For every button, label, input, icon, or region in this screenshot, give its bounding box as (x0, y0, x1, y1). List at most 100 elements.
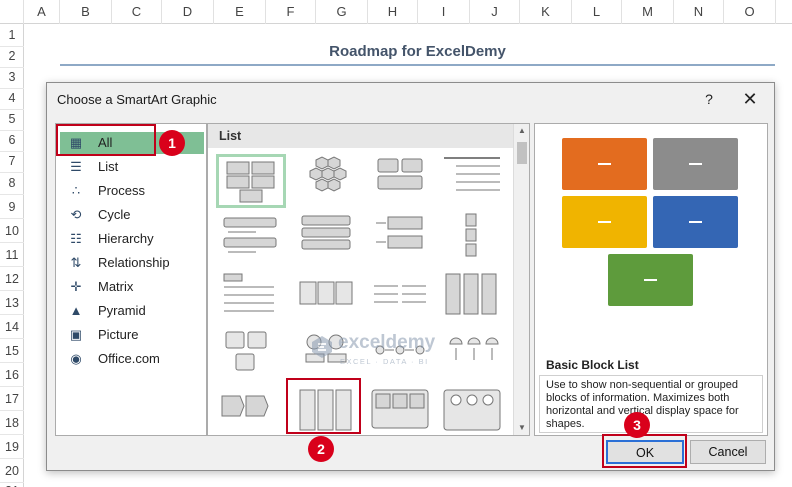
layout-stacked-list[interactable] (294, 212, 364, 266)
column-header[interactable]: A (24, 0, 60, 24)
column-header[interactable]: B (60, 0, 112, 24)
layout-thumb-graphic (374, 285, 426, 303)
layout-thumb-graphic (221, 395, 269, 417)
column-header[interactable]: E (214, 0, 266, 24)
category-label: Picture (98, 327, 139, 342)
row-header[interactable]: 6 (0, 129, 24, 152)
scroll-thumb[interactable] (517, 142, 527, 164)
help-button[interactable]: ? (699, 88, 719, 110)
layout-thumb-graphic (376, 216, 423, 249)
layout-thumb-graphic (223, 273, 274, 312)
column-header-bar: A B C D E F G H I J K L M N O (0, 0, 792, 24)
office-icon: ◉ (70, 351, 82, 366)
row-header[interactable]: 2 (0, 45, 24, 68)
matrix-icon: ✛ (70, 279, 82, 294)
layout-alternating-blocks[interactable] (368, 154, 438, 208)
category-item-process[interactable]: ∴ Process (60, 180, 204, 202)
layout-arrow-process[interactable] (216, 386, 286, 440)
layout-thumb-graphic (377, 158, 423, 190)
category-label: Relationship (98, 255, 170, 270)
process-icon: ∴ (71, 183, 81, 198)
layout-thumb-graphic (371, 389, 429, 429)
category-item-picture[interactable]: ▣ Picture (60, 324, 204, 346)
step-badge-2: 2 (308, 436, 334, 462)
layout-basic-block-list[interactable] (216, 154, 286, 208)
preview-block-green (608, 254, 693, 306)
row-header[interactable]: 11 (0, 244, 24, 267)
layout-horizontal-bullet-list[interactable] (368, 270, 438, 324)
row-header[interactable]: 15 (0, 340, 24, 363)
layout-frame-blocks[interactable] (368, 386, 438, 440)
highlight-all-category (56, 124, 156, 156)
column-header[interactable]: F (266, 0, 316, 24)
category-list: ▦ All ☰ List ∴ Process ⟲ Cycle ☷ Hierarc… (55, 123, 207, 436)
row-header[interactable]: 14 (0, 316, 24, 339)
row-header[interactable]: 17 (0, 388, 24, 411)
column-header[interactable]: M (622, 0, 674, 24)
column-header[interactable]: N (674, 0, 724, 24)
layout-grouped-list[interactable] (294, 270, 364, 324)
row-header[interactable]: 8 (0, 172, 24, 195)
exceldemy-watermark: exceldemy EXCEL · DATA · BI (297, 332, 487, 376)
category-item-hierarchy[interactable]: ☷ Hierarchy (60, 228, 204, 250)
category-label: Process (98, 183, 145, 198)
list-icon: ☰ (70, 159, 82, 174)
cancel-button[interactable]: Cancel (690, 440, 766, 464)
watermark-tagline: EXCEL · DATA · BI (340, 357, 429, 366)
exceldemy-logo-icon (312, 336, 332, 358)
column-header[interactable]: G (316, 0, 368, 24)
layout-thumb-graphic (309, 156, 347, 192)
layout-bullet-list[interactable] (216, 270, 286, 324)
row-header[interactable]: 12 (0, 268, 24, 291)
row-header[interactable]: 18 (0, 412, 24, 435)
layout-thumb-graphic (301, 215, 351, 250)
category-label: Office.com (98, 351, 160, 366)
layout-hexagon-cluster[interactable] (294, 154, 364, 208)
scroll-up-icon[interactable]: ▲ (514, 124, 530, 138)
category-item-relationship[interactable]: ⇅ Relationship (60, 252, 204, 274)
column-header[interactable]: D (162, 0, 214, 24)
category-label: List (98, 159, 119, 174)
row-header[interactable]: 16 (0, 364, 24, 387)
layout-vertical-bullet-list[interactable] (216, 212, 286, 266)
category-item-office[interactable]: ◉ Office.com (60, 348, 204, 370)
gallery-scrollbar[interactable]: ▲ ▼ (513, 124, 529, 435)
layout-lined-list[interactable] (440, 154, 510, 208)
category-item-pyramid[interactable]: ▲ Pyramid (60, 300, 204, 322)
layout-thumb-graphic (299, 281, 353, 305)
row-header[interactable]: 4 (0, 87, 24, 110)
row-header[interactable]: 1 (0, 24, 24, 47)
column-header[interactable]: H (368, 0, 418, 24)
scroll-down-icon[interactable]: ▼ (514, 421, 530, 435)
category-item-list[interactable]: ☰ List (60, 156, 204, 178)
select-all-corner[interactable] (0, 0, 24, 24)
pyramid-icon: ▲ (69, 303, 83, 318)
row-header[interactable]: 21 (0, 480, 24, 487)
row-header[interactable]: 13 (0, 292, 24, 315)
dialog-title: Choose a SmartArt Graphic (57, 92, 217, 107)
layout-picture-caption-list[interactable] (216, 328, 286, 382)
column-header[interactable]: I (418, 0, 470, 24)
row-header[interactable]: 7 (0, 150, 24, 173)
layout-target-list[interactable] (368, 212, 438, 266)
category-item-matrix[interactable]: ✛ Matrix (60, 276, 204, 298)
layout-circle-column-list[interactable] (440, 386, 510, 440)
column-header[interactable]: C (112, 0, 162, 24)
column-header[interactable]: L (572, 0, 622, 24)
close-button[interactable]: ✕ (739, 88, 761, 110)
row-header[interactable]: 9 (0, 196, 24, 219)
row-header[interactable]: 3 (0, 66, 24, 89)
layout-thumb-graphic (445, 273, 497, 315)
sheet-title[interactable]: Roadmap for ExcelDemy (60, 43, 775, 60)
category-item-cycle[interactable]: ⟲ Cycle (60, 204, 204, 226)
column-header[interactable]: O (724, 0, 776, 24)
column-header[interactable]: J (470, 0, 520, 24)
layout-vertical-box-list[interactable] (440, 212, 510, 266)
row-header[interactable]: 10 (0, 220, 24, 243)
layout-thumb-graphic (223, 217, 277, 253)
column-header[interactable]: K (520, 0, 572, 24)
preview-block-yellow (562, 196, 647, 248)
row-header[interactable]: 5 (0, 108, 24, 131)
layout-table-list[interactable] (440, 270, 510, 324)
row-header[interactable]: 19 (0, 436, 24, 459)
